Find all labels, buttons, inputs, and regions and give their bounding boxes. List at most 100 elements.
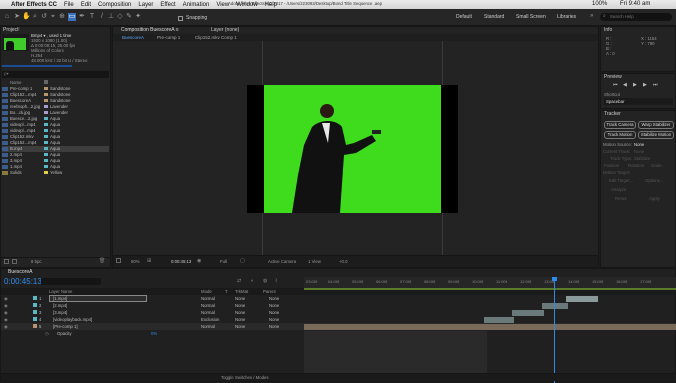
composition-frame[interactable] xyxy=(247,85,458,213)
roi-icon[interactable]: ▢ xyxy=(240,258,245,264)
subtab-precomp1[interactable]: Pre-comp 1 xyxy=(157,35,180,40)
layer-bar-4[interactable] xyxy=(484,317,514,323)
menu-animation[interactable]: Animation xyxy=(183,2,210,8)
playhead-handle[interactable] xyxy=(552,277,557,281)
layer-bar-2[interactable] xyxy=(542,303,568,309)
subtab-buescorea[interactable]: BuescoreA xyxy=(122,35,144,40)
playhead[interactable] xyxy=(554,277,555,383)
first-frame-icon[interactable]: ⏮ xyxy=(613,82,618,88)
snapping-checkbox[interactable] xyxy=(178,16,183,21)
type-tool-icon[interactable]: T xyxy=(88,13,96,21)
subtab-clip152[interactable]: Clip152.mkv Comp 1 xyxy=(195,35,237,40)
col-trkmat[interactable]: TrkMat xyxy=(235,288,248,295)
home-icon[interactable]: ⌂ xyxy=(3,13,11,21)
timeline-search-input[interactable] xyxy=(41,278,101,285)
col-name[interactable]: Name xyxy=(10,80,21,85)
layer-parent[interactable]: None xyxy=(269,316,279,323)
layer-trkmat[interactable]: None xyxy=(235,316,245,323)
rectangle-tool-icon[interactable]: ▭ xyxy=(68,13,76,21)
timeline-tab[interactable]: BuescoreA xyxy=(8,269,32,275)
view-layout-dropdown[interactable]: 1 View xyxy=(308,259,321,264)
layer-mode[interactable]: Normal xyxy=(201,295,215,302)
selection-tool-icon[interactable]: ➤ xyxy=(13,13,21,21)
layer-parent[interactable]: None xyxy=(269,323,279,330)
layer-trkmat[interactable]: None xyxy=(235,323,245,330)
layer-name[interactable]: [Pre-comp 1] xyxy=(53,323,78,330)
exposure-value[interactable]: +0.0 xyxy=(339,259,347,264)
draft-3d-icon[interactable]: ◐ xyxy=(251,278,254,284)
pan-behind-icon[interactable]: ⊕ xyxy=(58,13,66,21)
preview-tab[interactable]: Preview xyxy=(604,74,622,80)
battery-status[interactable]: 100% xyxy=(592,1,607,7)
layer-trkmat[interactable]: None xyxy=(235,302,245,309)
col-layer-name[interactable]: Layer Name xyxy=(49,288,72,295)
work-area-bar[interactable] xyxy=(304,288,676,290)
track-motion-button[interactable]: Track Motion xyxy=(604,131,636,139)
layer-mode[interactable]: Normal xyxy=(201,323,215,330)
workspace-overflow-icon[interactable]: » xyxy=(590,13,593,19)
workspace-default[interactable]: Default xyxy=(456,14,472,20)
layer-parent[interactable]: None xyxy=(269,309,279,316)
layer-name[interactable]: [3.mp4] xyxy=(53,309,67,316)
prev-frame-icon[interactable]: ◀ xyxy=(623,82,627,88)
info-tab[interactable]: Info xyxy=(604,27,612,33)
motion-source-dropdown[interactable]: None xyxy=(634,142,644,147)
opacity-value[interactable]: 0% xyxy=(151,330,157,337)
warp-stabilizer-button[interactable]: Warp Stabilizer xyxy=(638,121,674,129)
rotate-tool-icon[interactable]: ↺ xyxy=(40,13,48,21)
menu-edit[interactable]: Edit xyxy=(81,2,91,8)
grid-icon[interactable]: ⊞ xyxy=(147,258,151,264)
layer-trkmat[interactable]: None xyxy=(235,295,245,302)
col-mode[interactable]: Mode xyxy=(201,288,212,295)
play-icon[interactable]: ▶ xyxy=(633,82,637,88)
stopwatch-icon[interactable]: ◷ xyxy=(45,330,49,337)
menu-layer[interactable]: Layer xyxy=(138,2,153,8)
track-camera-button[interactable]: Track Camera xyxy=(604,121,636,129)
clone-tool-icon[interactable]: ⊥ xyxy=(107,13,115,21)
toggle-switches-modes[interactable]: Toggle Switches / Modes xyxy=(221,375,269,380)
clock[interactable]: Fri 9:40 am xyxy=(620,1,650,7)
workspace-standard[interactable]: Standard xyxy=(484,14,504,20)
menu-file[interactable]: File xyxy=(64,2,74,8)
panel-menu-icon[interactable]: ≡ xyxy=(17,26,20,32)
motion-blur-icon[interactable]: ◍ xyxy=(263,278,267,284)
layer-name[interactable]: [2.mp4] xyxy=(53,302,67,309)
layer-mode[interactable]: Normal xyxy=(201,309,215,316)
label-column-icon[interactable] xyxy=(44,80,48,84)
zoom-dropdown[interactable]: 50% xyxy=(131,259,140,264)
project-search-input[interactable]: ρ▾ xyxy=(2,71,109,78)
shortcut-dropdown[interactable]: Spacebar xyxy=(604,98,673,105)
layer-bar-1[interactable] xyxy=(566,296,598,302)
tracker-tab[interactable]: Tracker xyxy=(604,111,621,117)
col-t[interactable]: T xyxy=(225,288,228,295)
workspace-libraries[interactable]: Libraries xyxy=(557,14,576,20)
menu-app[interactable]: After Effects CC xyxy=(11,2,57,8)
layer-mode[interactable]: Normal xyxy=(201,302,215,309)
time-ruler[interactable]: 03:00f 04:00f 05:00f 06:00f 07:00f 08:00… xyxy=(304,277,676,288)
timeline-timecode[interactable]: 0:00:45:13 xyxy=(4,277,42,286)
menu-composition[interactable]: Composition xyxy=(98,2,131,8)
last-frame-icon[interactable]: ⏭ xyxy=(653,82,658,88)
layer-bar-5[interactable] xyxy=(304,324,676,330)
layer-name[interactable]: [videoplayback.mp4] xyxy=(53,316,92,323)
zoom-tool-icon[interactable]: ⌕ xyxy=(31,13,39,21)
next-frame-icon[interactable]: ▶ xyxy=(643,82,647,88)
roto-tool-icon[interactable]: ✎ xyxy=(125,13,133,21)
bpc-label[interactable]: 8 bpc xyxy=(31,259,42,264)
camera-tool-icon[interactable]: ⌖ xyxy=(49,13,57,21)
new-folder-icon[interactable] xyxy=(12,259,17,264)
hand-tool-icon[interactable]: ✋ xyxy=(22,13,31,21)
layer-bar-3[interactable] xyxy=(512,310,544,316)
puppet-tool-icon[interactable]: ✦ xyxy=(134,13,142,21)
graph-editor-icon[interactable]: ⌇ xyxy=(275,278,277,284)
layer-name[interactable]: [1.mp4] xyxy=(53,295,67,302)
menu-effect[interactable]: Effect xyxy=(160,2,175,8)
workspace-small-screen[interactable]: Small Screen xyxy=(516,14,546,20)
brush-tool-icon[interactable]: / xyxy=(98,13,106,21)
project-item[interactable]: Solids Yellow xyxy=(2,170,62,176)
resolution-dropdown[interactable]: Full xyxy=(220,259,227,264)
camera-dropdown[interactable]: Active Camera xyxy=(268,259,296,264)
snapshot-icon[interactable]: ◉ xyxy=(197,258,201,264)
layer-parent[interactable]: None xyxy=(269,302,279,309)
always-preview-icon[interactable] xyxy=(116,258,121,263)
